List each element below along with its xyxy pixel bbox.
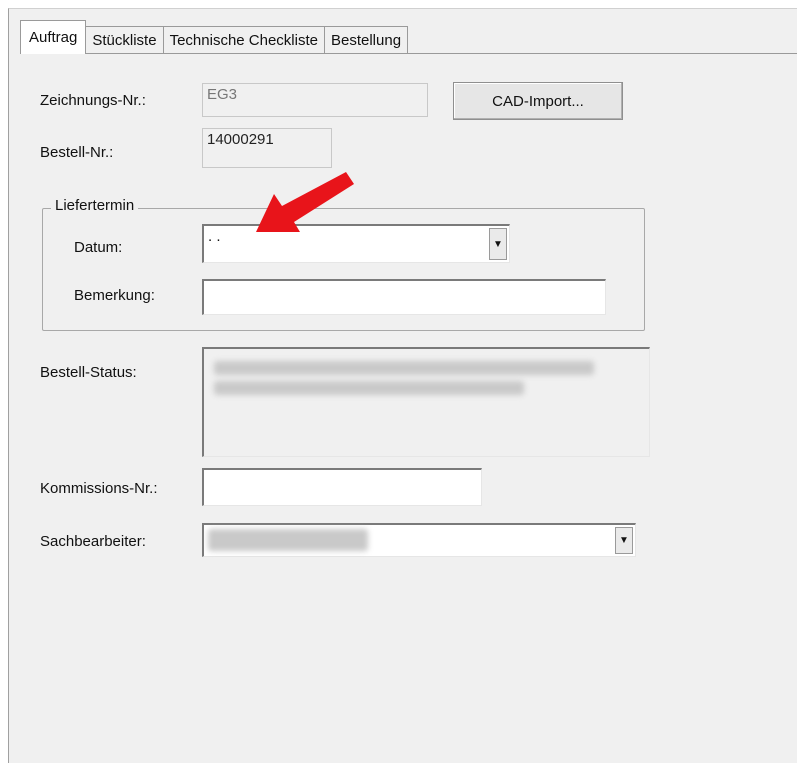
red-arrow-icon (256, 172, 354, 232)
redacted-text (214, 381, 524, 395)
bestell-nr-label: Bestell-Nr.: (40, 144, 114, 161)
tab-label: Technische Checkliste (169, 32, 318, 49)
redacted-text (208, 529, 368, 551)
bestell-status-field[interactable] (202, 347, 650, 457)
datum-label: Datum: (74, 239, 123, 256)
liefertermin-title: Liefertermin (51, 197, 139, 214)
redacted-text (214, 361, 594, 375)
tab-auftrag[interactable]: Auftrag (20, 20, 87, 54)
tab-stueckliste[interactable]: Stückliste (85, 26, 164, 54)
tab-label: Stückliste (92, 32, 157, 49)
sachbearbeiter-dropdown[interactable]: ▼ (202, 523, 636, 557)
chevron-down-icon[interactable]: ▼ (615, 527, 633, 554)
zeichnungs-nr-label: Zeichnungs-Nr.: (40, 92, 146, 109)
bestell-nr-field[interactable]: 14000291 (202, 128, 332, 168)
cad-import-button[interactable]: CAD-Import... (453, 82, 623, 120)
tab-label: Auftrag (29, 29, 78, 46)
datum-value: . . (208, 228, 221, 245)
tab-technische-checkliste[interactable]: Technische Checkliste (162, 26, 325, 54)
bestell-status-label: Bestell-Status: (40, 364, 137, 381)
bemerkung-label: Bemerkung: (74, 287, 155, 304)
sachbearbeiter-label: Sachbearbeiter: (40, 533, 146, 550)
tab-label: Bestellung (330, 32, 402, 49)
bemerkung-input[interactable] (202, 279, 606, 315)
tab-bestellung[interactable]: Bestellung (323, 26, 409, 54)
tab-panel-auftrag: Zeichnungs-Nr.: EG3 CAD-Import... Bestel… (20, 53, 797, 763)
zeichnungs-nr-field[interactable]: EG3 (202, 83, 428, 117)
kommissions-nr-input[interactable] (202, 468, 482, 506)
chevron-down-icon[interactable]: ▼ (489, 228, 507, 260)
kommissions-nr-label: Kommissions-Nr.: (40, 480, 158, 497)
tab-bar: Auftrag Stückliste Technische Checkliste… (20, 20, 409, 54)
